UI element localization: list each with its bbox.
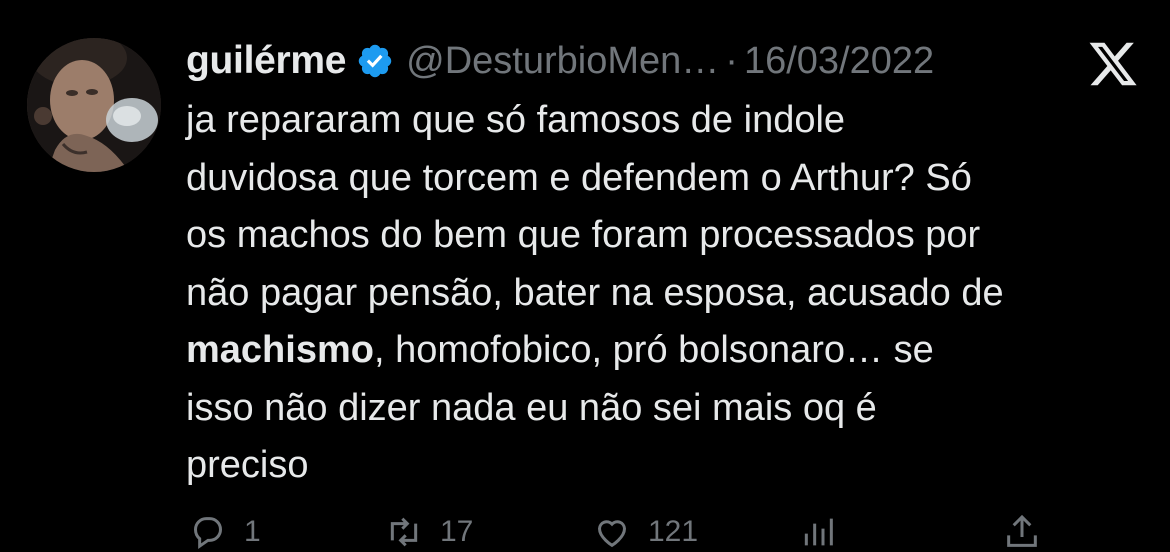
share-button[interactable]: [1000, 512, 1044, 552]
retweet-button[interactable]: 17: [382, 512, 473, 552]
avatar-image: [27, 38, 161, 172]
action-bar: 1 17 121: [186, 512, 1146, 552]
tweet-text-line: preciso: [186, 444, 309, 486]
reply-count: 1: [244, 515, 261, 548]
tweet-text-line: isso não dizer nada eu não sei mais oq é: [186, 386, 877, 429]
reply-icon: [193, 517, 223, 550]
tweet-text-line: ja repararam que só famosos de indole: [186, 99, 846, 141]
user-handle[interactable]: @DesturbioMen…: [406, 40, 719, 83]
reply-button[interactable]: 1: [186, 512, 261, 552]
share-icon: [1007, 514, 1037, 547]
tweet-text: ja repararam que só famosos de indole du…: [186, 92, 1156, 495]
tweet-card[interactable]: guilérme @DesturbioMen… · 16/03/2022 ja …: [0, 0, 1170, 550]
tweet-text-line: duvidosa que torcem e defendem o Arthur?…: [186, 156, 972, 199]
avatar[interactable]: [27, 38, 161, 172]
like-count: 121: [648, 515, 699, 548]
x-logo-icon: [1086, 40, 1140, 88]
bold-keyword: machismo: [186, 329, 374, 371]
views-button[interactable]: [796, 512, 840, 552]
tweet-date[interactable]: 16/03/2022: [744, 40, 934, 83]
tweet-text-line: os machos do bem que foram processados p…: [186, 214, 981, 256]
tweet-header: guilérme @DesturbioMen… · 16/03/2022: [186, 32, 934, 90]
tweet-text-fragment: , homofobico, pró bolsonaro… se: [373, 329, 934, 371]
display-name[interactable]: guilérme: [186, 39, 346, 83]
tweet-text-line: não pagar pensão, bater na esposa, acusa…: [186, 271, 1004, 314]
heart-icon: [597, 520, 627, 548]
separator-dot: ·: [725, 39, 738, 82]
views-icon: [804, 518, 833, 546]
like-button[interactable]: 121: [590, 512, 698, 552]
tweet-text-line: machismo, homofobico, pró bolsonaro… se: [186, 322, 1156, 380]
retweet-icon: [390, 517, 418, 547]
verified-badge-icon: [356, 42, 394, 80]
retweet-count: 17: [440, 515, 474, 548]
